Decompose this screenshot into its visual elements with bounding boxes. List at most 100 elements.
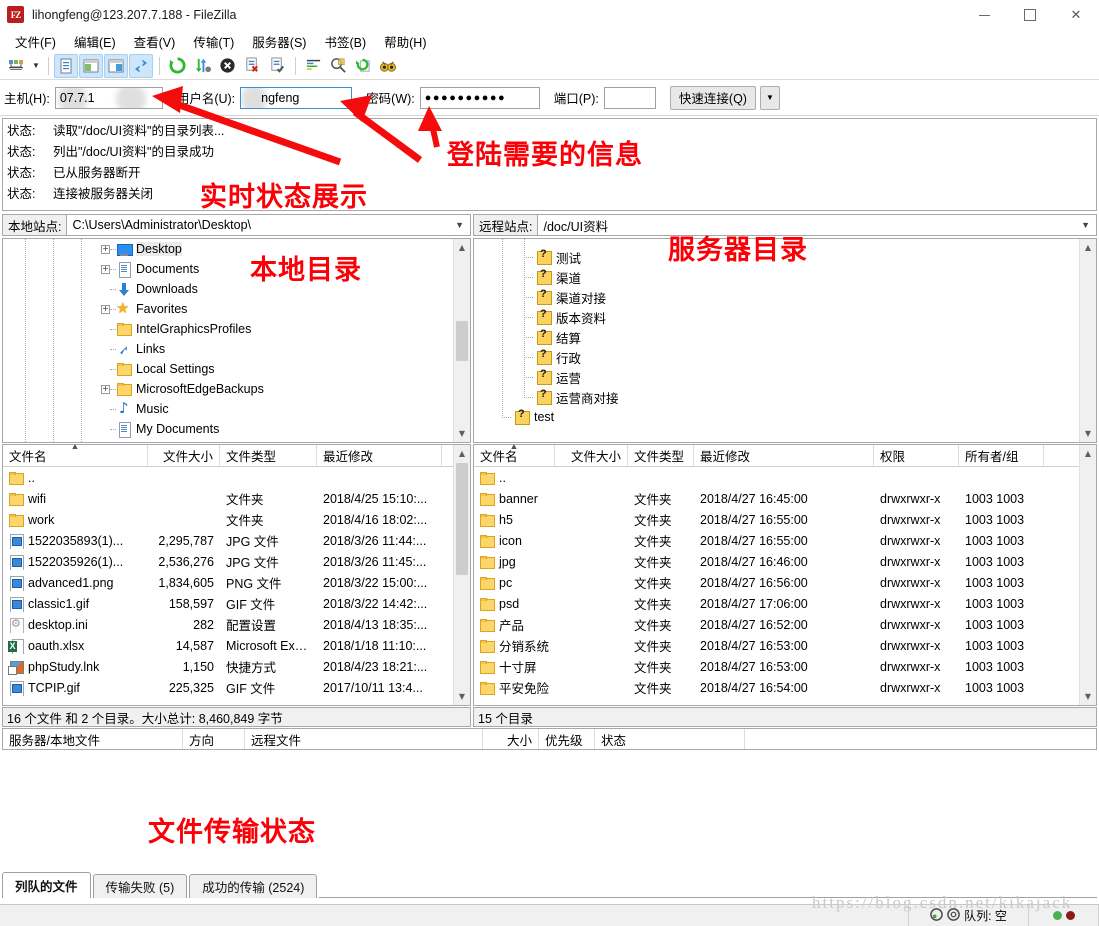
- menu-item-bookmarks[interactable]: 书签(B): [315, 30, 375, 53]
- column-header-filesize[interactable]: 文件大小: [555, 445, 628, 466]
- expander-icon[interactable]: +: [101, 304, 110, 314]
- local-list-scrollbar[interactable]: ▲ ▼: [453, 445, 470, 705]
- remote-tree-item-qudaoduijie[interactable]: 渠道对接: [474, 287, 1079, 307]
- table-row[interactable]: 平安免险 文件夹 2018/4/27 16:54:00 drwxrwxr-x 1…: [474, 677, 1079, 698]
- menu-item-edit[interactable]: 编辑(E): [65, 30, 125, 53]
- table-row[interactable]: TCPIP.gif 225,325 GIF 文件 2017/10/11 13:4…: [3, 677, 453, 698]
- table-row[interactable]: pc 文件夹 2018/4/27 16:56:00 drwxrwxr-x 100…: [474, 572, 1079, 593]
- toggle-transfer-queue-icon[interactable]: [129, 53, 153, 78]
- search-remote-files-icon[interactable]: [376, 54, 400, 78]
- process-queue-icon[interactable]: [190, 54, 214, 78]
- site-manager-dropdown-icon[interactable]: ▼: [29, 54, 43, 78]
- column-header-size[interactable]: 大小: [483, 729, 539, 749]
- maximize-button[interactable]: [1007, 0, 1053, 30]
- scrollbar-thumb[interactable]: [456, 463, 468, 575]
- tab-failed-transfers[interactable]: 传输失败 (5): [92, 874, 188, 898]
- table-row[interactable]: 1522035926(1)... 2,536,276 JPG 文件 2018/3…: [3, 551, 453, 572]
- table-row[interactable]: phpStudy.lnk 1,150 快捷方式 2018/4/23 18:21:…: [3, 656, 453, 677]
- close-button[interactable]: ✕: [1053, 0, 1099, 30]
- table-row[interactable]: desktop.ini 282 配置设置 2018/4/13 18:35:...: [3, 614, 453, 635]
- column-header-remote-file[interactable]: 远程文件: [245, 729, 483, 749]
- column-header-filename[interactable]: ▲ 文件名: [474, 445, 555, 466]
- local-tree-item-microsoftedgebackups[interactable]: + MicrosoftEdgeBackups: [3, 379, 453, 399]
- local-tree-item-my-documents[interactable]: My Documents: [3, 419, 453, 439]
- local-tree-item-downloads[interactable]: Downloads: [3, 279, 453, 299]
- table-row[interactable]: work 文件夹 2018/4/16 18:02:...: [3, 509, 453, 530]
- column-header-filename[interactable]: ▲ 文件名: [3, 445, 148, 466]
- scroll-up-icon[interactable]: ▲: [454, 445, 470, 462]
- column-header-filetype[interactable]: 文件类型: [628, 445, 694, 466]
- toggle-remote-tree-icon[interactable]: [104, 53, 128, 78]
- scroll-down-icon[interactable]: ▼: [454, 425, 470, 442]
- username-input[interactable]: ngfeng: [240, 86, 353, 109]
- remote-tree-item-xingzheng[interactable]: 行政: [474, 347, 1079, 367]
- scroll-up-icon[interactable]: ▲: [454, 239, 470, 256]
- table-row[interactable]: psd 文件夹 2018/4/27 17:06:00 drwxrwxr-x 10…: [474, 593, 1079, 614]
- column-header-lastmodified[interactable]: 最近修改: [694, 445, 874, 466]
- local-tree-item-documents[interactable]: + Documents: [3, 259, 453, 279]
- local-directory-tree[interactable]: + Desktop + Documents Downloads + ★ Favo…: [2, 238, 471, 443]
- tab-queued-files[interactable]: 列队的文件: [2, 872, 91, 898]
- table-row[interactable]: wifi 文件夹 2018/4/25 15:10:...: [3, 488, 453, 509]
- expander-icon[interactable]: +: [101, 244, 110, 254]
- column-header-filesize[interactable]: 文件大小: [148, 445, 220, 466]
- quickconnect-button[interactable]: 快速连接(Q): [669, 85, 756, 110]
- column-header-lastmodified[interactable]: 最近修改: [317, 445, 442, 466]
- remote-site-path-combobox[interactable]: /doc/UI资料 ▼: [538, 214, 1097, 236]
- remote-tree-scrollbar[interactable]: ▲ ▼: [1079, 239, 1096, 442]
- synchronized-browsing-icon[interactable]: [351, 54, 375, 78]
- chevron-down-icon[interactable]: ▼: [455, 220, 464, 230]
- remote-tree-item-yunying[interactable]: 运营: [474, 367, 1079, 387]
- synchronized-browsing-indicator-icon[interactable]: [930, 907, 943, 924]
- reconnect-icon[interactable]: [265, 54, 289, 78]
- column-header-filetype[interactable]: 文件类型: [220, 445, 317, 466]
- table-row[interactable]: 产品 文件夹 2018/4/27 16:52:00 drwxrwxr-x 100…: [474, 614, 1079, 635]
- local-tree-item-local-settings[interactable]: Local Settings: [3, 359, 453, 379]
- column-header-status[interactable]: 状态: [595, 729, 745, 749]
- remote-directory-tree[interactable]: 测试 渠道 渠道对接 版本资料: [473, 238, 1097, 443]
- column-header-priority[interactable]: 优先级: [539, 729, 595, 749]
- transfer-queue-body[interactable]: [2, 750, 1097, 880]
- menu-item-help[interactable]: 帮助(H): [375, 30, 435, 53]
- table-row[interactable]: 分销系统 文件夹 2018/4/27 16:53:00 drwxrwxr-x 1…: [474, 635, 1079, 656]
- menu-item-view[interactable]: 查看(V): [125, 30, 185, 53]
- scrollbar-thumb[interactable]: [456, 321, 468, 361]
- toggle-message-log-icon[interactable]: [54, 53, 78, 78]
- remote-tree-item-jiesuan[interactable]: 结算: [474, 327, 1079, 347]
- password-input[interactable]: ●●●●●●●●●●: [419, 86, 540, 109]
- remote-tree-item-qudao[interactable]: 渠道: [474, 267, 1079, 287]
- local-tree-item-music[interactable]: Music: [3, 399, 453, 419]
- quickconnect-dropdown-icon[interactable]: ▼: [759, 85, 780, 110]
- local-file-list[interactable]: ▲ 文件名 文件大小 文件类型 最近修改 .. wifi 文件夹 2018/4/…: [2, 444, 471, 706]
- remote-tree-item-ceshi[interactable]: 测试: [474, 247, 1079, 267]
- table-row[interactable]: banner 文件夹 2018/4/27 16:45:00 drwxrwxr-x…: [474, 488, 1079, 509]
- scroll-down-icon[interactable]: ▼: [1080, 688, 1096, 705]
- expander-icon[interactable]: +: [101, 264, 110, 274]
- local-tree-item-links[interactable]: Links: [3, 339, 453, 359]
- remote-tree-item-yunyingshangduijie[interactable]: 运营商对接: [474, 387, 1079, 407]
- remote-tree-item-banbenziliao[interactable]: 版本资料: [474, 307, 1079, 327]
- scroll-down-icon[interactable]: ▼: [454, 688, 470, 705]
- local-tree-item-desktop[interactable]: + Desktop: [3, 239, 453, 259]
- local-site-path-combobox[interactable]: C:\Users\Administrator\Desktop\ ▼: [67, 214, 471, 236]
- column-header-direction[interactable]: 方向: [183, 729, 245, 749]
- remote-list-scrollbar[interactable]: ▲ ▼: [1079, 445, 1096, 705]
- cancel-operation-icon[interactable]: [215, 54, 239, 78]
- remote-tree-item-test[interactable]: test: [474, 407, 1079, 427]
- disconnect-icon[interactable]: [240, 54, 264, 78]
- host-input[interactable]: 07.7.1: [54, 86, 163, 109]
- menu-item-transfer[interactable]: 传输(T): [184, 30, 243, 53]
- local-tree-scrollbar[interactable]: ▲ ▼: [453, 239, 470, 442]
- table-row[interactable]: icon 文件夹 2018/4/27 16:55:00 drwxrwxr-x 1…: [474, 530, 1079, 551]
- table-row[interactable]: 十寸屏 文件夹 2018/4/27 16:53:00 drwxrwxr-x 10…: [474, 656, 1079, 677]
- local-tree-item-intelgraphicsprofiles[interactable]: IntelGraphicsProfiles: [3, 319, 453, 339]
- scroll-down-icon[interactable]: ▼: [1080, 425, 1096, 442]
- refresh-icon[interactable]: [165, 54, 189, 78]
- directory-comparison-indicator-icon[interactable]: [947, 907, 960, 924]
- table-row[interactable]: advanced1.png 1,834,605 PNG 文件 2018/3/22…: [3, 572, 453, 593]
- filter-icon[interactable]: [301, 54, 325, 78]
- site-manager-icon[interactable]: [4, 54, 28, 78]
- directory-compare-icon[interactable]: [326, 54, 350, 78]
- column-header-server-local-file[interactable]: 服务器/本地文件: [3, 729, 183, 749]
- menu-item-server[interactable]: 服务器(S): [243, 30, 315, 53]
